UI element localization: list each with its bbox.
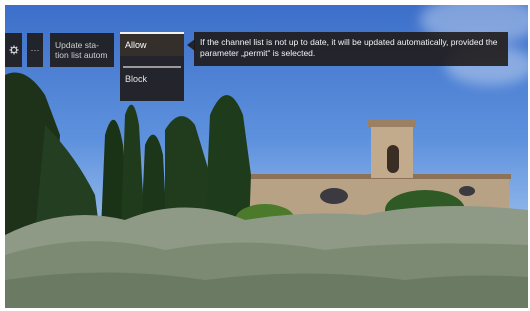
tooltip-text: If the channel list is not up to date, i…: [200, 37, 498, 58]
tv-screen: ··· Update sta- tion list autom Allow Bl…: [5, 5, 528, 308]
menu-item-allow[interactable]: Allow: [120, 32, 184, 56]
update-label-line1: Update sta-: [55, 40, 99, 50]
gear-icon: [9, 45, 18, 55]
menu-item-block[interactable]: Block: [120, 68, 184, 90]
update-label-line2: tion list autom: [55, 50, 108, 60]
update-station-list-button[interactable]: Update sta- tion list autom: [50, 33, 114, 67]
settings-button[interactable]: [5, 33, 22, 67]
menu-item-label: Allow: [125, 40, 147, 50]
help-tooltip: If the channel list is not up to date, i…: [194, 32, 508, 66]
olive-grove: [5, 206, 528, 308]
menu-item-label: Block: [125, 74, 148, 84]
more-button[interactable]: ···: [27, 33, 43, 67]
more-label: ···: [30, 45, 40, 55]
option-menu: Allow Block: [120, 32, 184, 101]
church: [249, 119, 511, 221]
